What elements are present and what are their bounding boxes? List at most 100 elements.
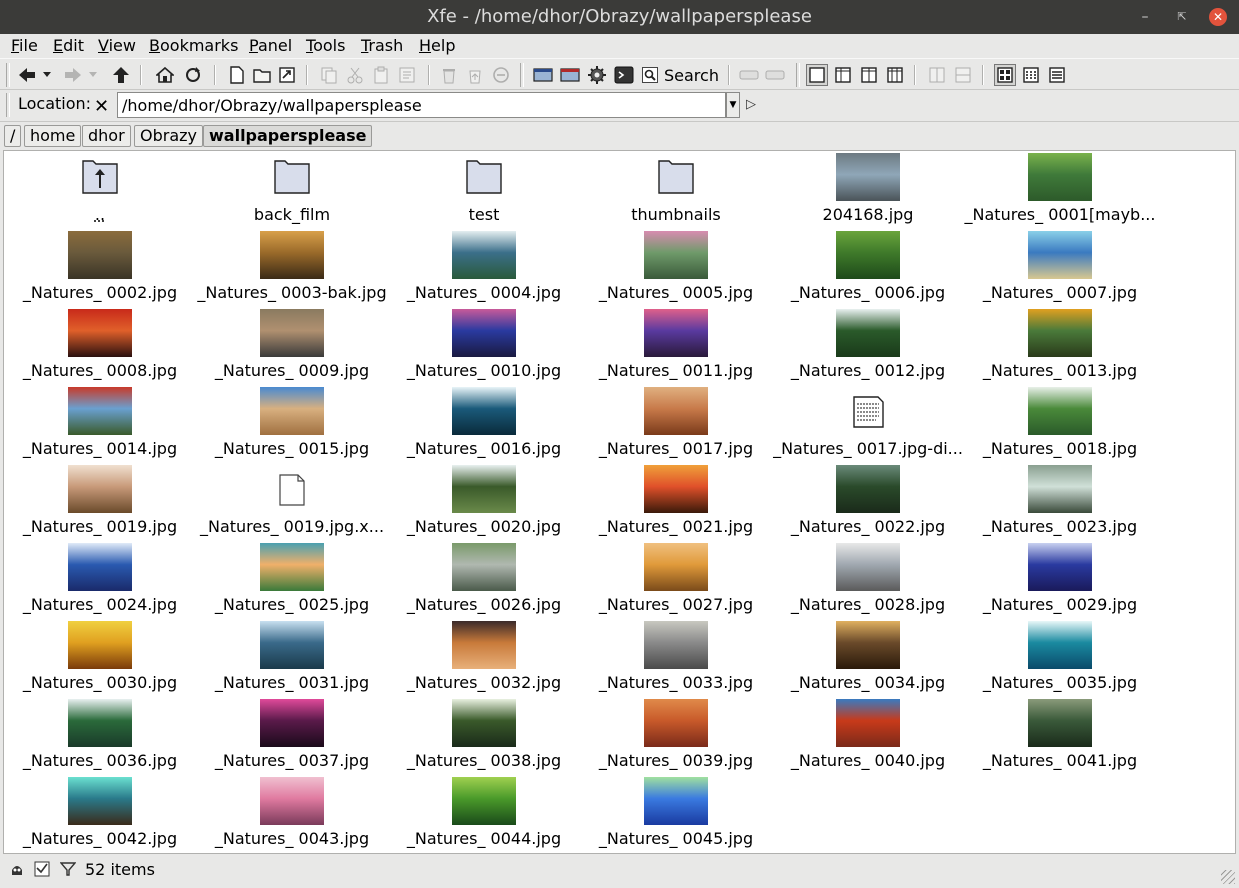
file-item[interactable]: _Natures_ 0022.jpg bbox=[772, 463, 964, 541]
search-button[interactable]: Search bbox=[642, 64, 722, 86]
file-item[interactable]: _Natures_ 0009.jpg bbox=[196, 307, 388, 385]
file-item[interactable]: _Natures_ 0025.jpg bbox=[196, 541, 388, 619]
file-item[interactable]: _Natures_ 0019.jpg bbox=[4, 463, 196, 541]
menu-panel[interactable]: Panel bbox=[249, 36, 292, 55]
file-item[interactable]: _Natures_ 0044.jpg bbox=[388, 775, 580, 853]
one-panel-view-icon[interactable] bbox=[806, 64, 828, 86]
back-history-dropdown-icon[interactable] bbox=[40, 64, 54, 86]
file-item[interactable]: _Natures_ 0008.jpg bbox=[4, 307, 196, 385]
file-item[interactable]: _Natures_ 0043.jpg bbox=[196, 775, 388, 853]
two-panels-view-icon[interactable] bbox=[858, 64, 880, 86]
new-root-window-icon[interactable] bbox=[559, 64, 581, 86]
file-item[interactable]: _Natures_ 0017.jpg-di... bbox=[772, 385, 964, 463]
forward-icon[interactable] bbox=[62, 64, 84, 86]
file-item[interactable]: _Natures_ 0026.jpg bbox=[388, 541, 580, 619]
menu-trash[interactable]: Trash bbox=[361, 36, 403, 55]
file-item[interactable]: _Natures_ 0030.jpg bbox=[4, 619, 196, 697]
file-item[interactable]: _Natures_ 0021.jpg bbox=[580, 463, 772, 541]
location-history-dropdown[interactable]: ▼ bbox=[726, 92, 740, 118]
file-item[interactable]: _Natures_ 0016.jpg bbox=[388, 385, 580, 463]
move-to-trash-icon[interactable] bbox=[438, 64, 460, 86]
file-item[interactable]: _Natures_ 0023.jpg bbox=[964, 463, 1156, 541]
close-button[interactable]: ✕ bbox=[1209, 8, 1227, 26]
big-icons-view-icon[interactable] bbox=[994, 64, 1016, 86]
breadcrumb-dhor[interactable]: dhor bbox=[82, 125, 131, 147]
tree-two-panels-view-icon[interactable] bbox=[884, 64, 906, 86]
file-item[interactable]: _Natures_ 0006.jpg bbox=[772, 229, 964, 307]
folder-item[interactable]: test bbox=[388, 151, 580, 229]
file-item[interactable]: _Natures_ 0028.jpg bbox=[772, 541, 964, 619]
file-item[interactable]: _Natures_ 0039.jpg bbox=[580, 697, 772, 775]
toolbar-grip[interactable] bbox=[520, 63, 524, 87]
file-item[interactable]: _Natures_ 0042.jpg bbox=[4, 775, 196, 853]
file-item[interactable]: _Natures_ 0033.jpg bbox=[580, 619, 772, 697]
breadcrumb-root[interactable]: / bbox=[4, 125, 22, 147]
file-item[interactable]: _Natures_ 0037.jpg bbox=[196, 697, 388, 775]
refresh-icon[interactable] bbox=[182, 64, 204, 86]
tree-panel-view-icon[interactable] bbox=[832, 64, 854, 86]
new-folder-icon[interactable] bbox=[251, 64, 273, 86]
execute-command-icon[interactable] bbox=[586, 64, 608, 86]
toolbar-grip[interactable] bbox=[6, 93, 10, 117]
file-item[interactable]: _Natures_ 0024.jpg bbox=[4, 541, 196, 619]
file-item[interactable]: _Natures_ 0007.jpg bbox=[964, 229, 1156, 307]
toolbar-grip[interactable] bbox=[796, 63, 800, 87]
menu-tools[interactable]: Tools bbox=[306, 36, 345, 55]
file-item[interactable]: _Natures_ 0015.jpg bbox=[196, 385, 388, 463]
file-item[interactable]: _Natures_ 0041.jpg bbox=[964, 697, 1156, 775]
folder-item[interactable]: .. bbox=[4, 151, 196, 229]
file-item[interactable]: _Natures_ 0004.jpg bbox=[388, 229, 580, 307]
mount-icon[interactable] bbox=[738, 64, 760, 86]
resize-grip[interactable] bbox=[1221, 870, 1235, 884]
file-item[interactable]: _Natures_ 0003-bak.jpg bbox=[196, 229, 388, 307]
file-item[interactable]: _Natures_ 0002.jpg bbox=[4, 229, 196, 307]
clear-location-icon[interactable]: ✕ bbox=[94, 96, 109, 117]
unmount-icon[interactable] bbox=[764, 64, 786, 86]
file-item[interactable]: _Natures_ 0038.jpg bbox=[388, 697, 580, 775]
back-icon[interactable] bbox=[16, 64, 38, 86]
file-item[interactable]: 204168.jpg bbox=[772, 151, 964, 229]
file-item[interactable]: _Natures_ 0005.jpg bbox=[580, 229, 772, 307]
restore-from-trash-icon[interactable] bbox=[464, 64, 486, 86]
menu-bookmarks[interactable]: Bookmarks bbox=[149, 36, 238, 55]
file-item[interactable]: _Natures_ 0012.jpg bbox=[772, 307, 964, 385]
horizontal-panels-icon[interactable] bbox=[952, 64, 974, 86]
location-input[interactable]: /home/dhor/Obrazy/wallpapersplease bbox=[117, 92, 726, 118]
file-item[interactable]: _Natures_ 0031.jpg bbox=[196, 619, 388, 697]
up-icon[interactable] bbox=[110, 64, 132, 86]
file-list[interactable]: .. back_film test thumbnails 204168.jpg _Natu… bbox=[3, 150, 1236, 854]
home-icon[interactable] bbox=[154, 64, 176, 86]
properties-icon[interactable] bbox=[396, 64, 418, 86]
cut-icon[interactable] bbox=[344, 64, 366, 86]
file-item[interactable]: _Natures_ 0014.jpg bbox=[4, 385, 196, 463]
new-window-icon[interactable] bbox=[532, 64, 554, 86]
file-item[interactable]: _Natures_ 0001[mayb... bbox=[964, 151, 1156, 229]
paste-icon[interactable] bbox=[370, 64, 392, 86]
folder-item[interactable]: back_film bbox=[196, 151, 388, 229]
file-item[interactable]: _Natures_ 0027.jpg bbox=[580, 541, 772, 619]
file-item[interactable]: _Natures_ 0010.jpg bbox=[388, 307, 580, 385]
file-item[interactable]: _Natures_ 0018.jpg bbox=[964, 385, 1156, 463]
file-item[interactable]: _Natures_ 0013.jpg bbox=[964, 307, 1156, 385]
file-item[interactable]: _Natures_ 0029.jpg bbox=[964, 541, 1156, 619]
new-symlink-icon[interactable] bbox=[276, 64, 298, 86]
file-item[interactable]: _Natures_ 0020.jpg bbox=[388, 463, 580, 541]
menu-view[interactable]: View bbox=[98, 36, 136, 55]
file-item[interactable]: _Natures_ 0017.jpg bbox=[580, 385, 772, 463]
minimize-button[interactable]: – bbox=[1136, 8, 1154, 26]
root-mode-icon[interactable] bbox=[8, 860, 26, 878]
toolbar-grip[interactable] bbox=[6, 63, 10, 87]
new-file-icon[interactable] bbox=[226, 64, 248, 86]
breadcrumb-wallpapersplease[interactable]: wallpapersplease bbox=[203, 125, 373, 147]
detailed-list-view-icon[interactable] bbox=[1046, 64, 1068, 86]
go-arrow-icon[interactable]: ▷ bbox=[746, 97, 756, 112]
file-item[interactable]: _Natures_ 0034.jpg bbox=[772, 619, 964, 697]
terminal-icon[interactable] bbox=[613, 64, 635, 86]
menu-file[interactable]: File bbox=[11, 36, 38, 55]
menu-edit[interactable]: Edit bbox=[53, 36, 84, 55]
vertical-panels-icon[interactable] bbox=[926, 64, 948, 86]
small-icons-view-icon[interactable] bbox=[1020, 64, 1042, 86]
maximize-button[interactable]: ⇱ bbox=[1173, 8, 1191, 26]
file-item[interactable]: _Natures_ 0019.jpg.x... bbox=[196, 463, 388, 541]
file-item[interactable]: _Natures_ 0035.jpg bbox=[964, 619, 1156, 697]
